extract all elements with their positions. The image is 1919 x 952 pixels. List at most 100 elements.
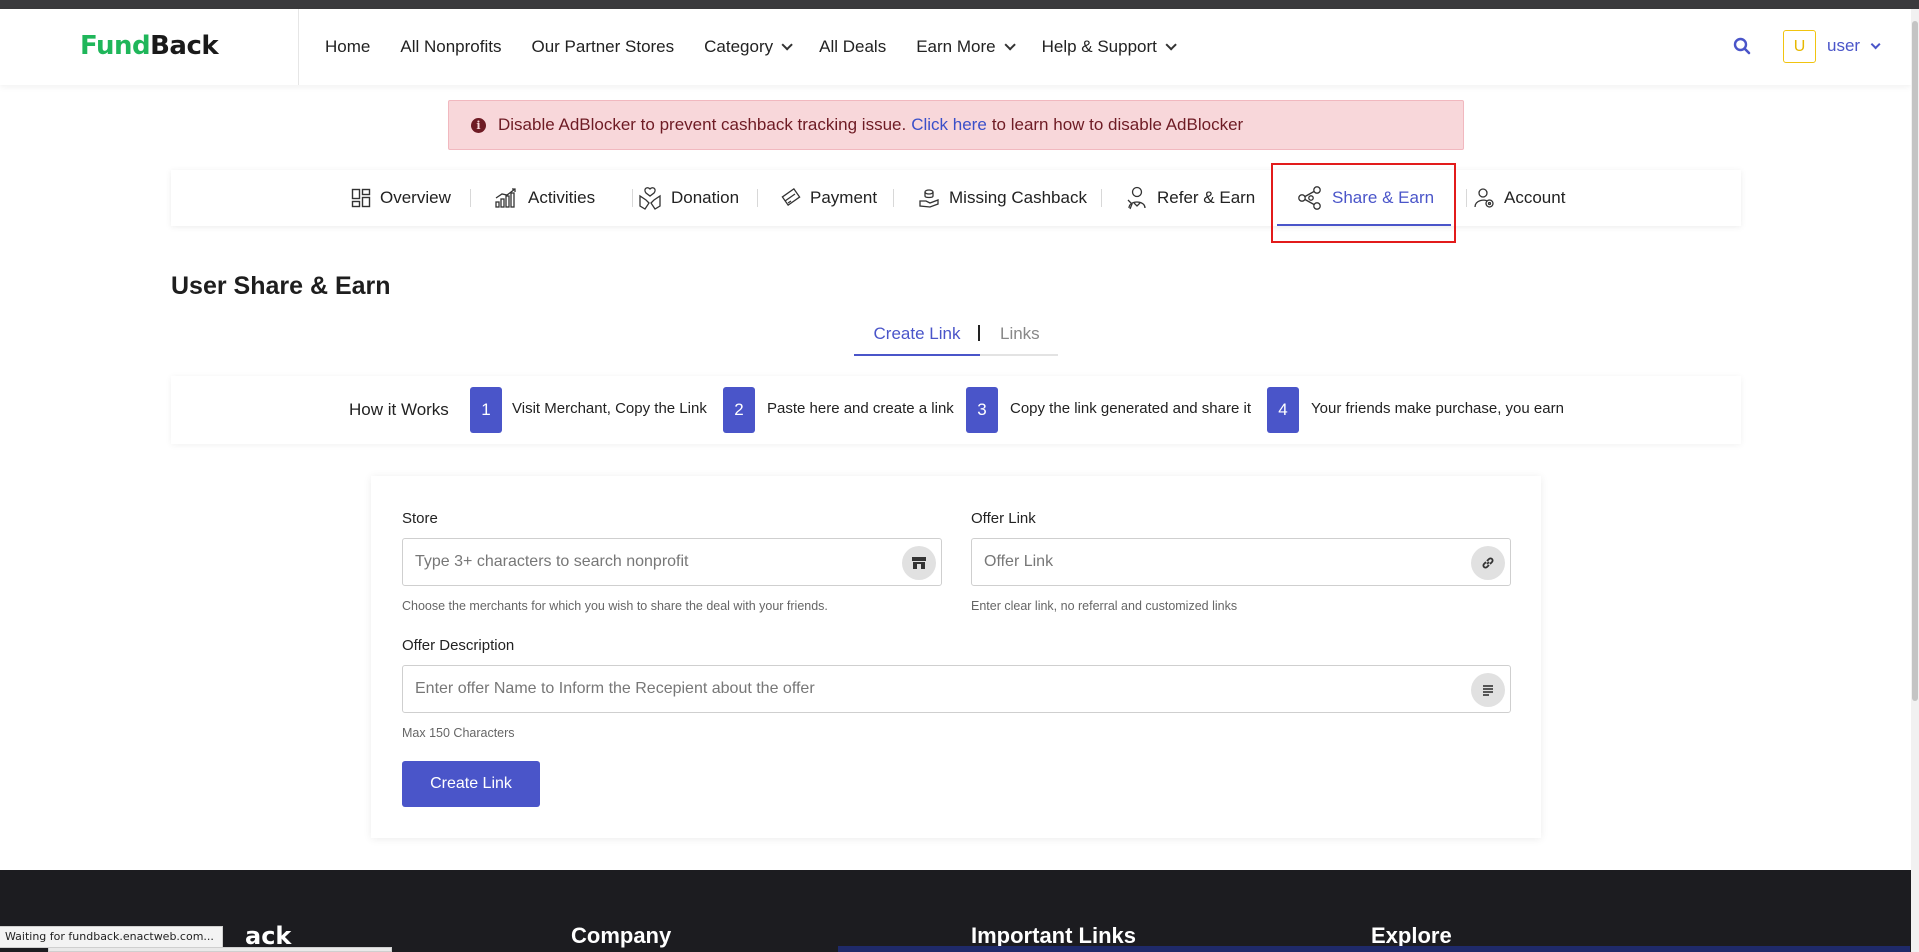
tab-overview-label: Overview — [380, 188, 451, 207]
create-link-button[interactable]: Create Link — [402, 761, 540, 807]
adblocker-alert: i Disable AdBlocker to prevent cashback … — [448, 100, 1464, 150]
tab-refer-earn[interactable]: Refer & Earn — [1126, 170, 1255, 226]
footer-bottom-strip — [838, 946, 1910, 952]
tab-divider — [1466, 189, 1467, 207]
logo-back: Back — [150, 31, 219, 61]
main-nav: Home All Nonprofits Our Partner Stores C… — [325, 9, 1203, 85]
username-label: user — [1827, 36, 1861, 55]
tab-overview[interactable]: Overview — [351, 170, 451, 226]
subtab-links[interactable]: Links — [1000, 324, 1040, 344]
nav-all-deals[interactable]: All Deals — [819, 37, 886, 57]
step-number: 1 — [470, 387, 502, 433]
nav-category-label: Category — [704, 37, 774, 56]
step-number: 4 — [1267, 387, 1299, 433]
offer-description-input[interactable] — [403, 666, 1510, 712]
nav-home[interactable]: Home — [325, 37, 370, 57]
tab-divider — [470, 189, 471, 207]
offer-link-field — [971, 538, 1511, 586]
step-number: 2 — [723, 387, 755, 433]
how-it-works: How it Works 1 Visit Merchant, Copy the … — [171, 376, 1741, 444]
site-header: FundBack Home All Nonprofits Our Partner… — [0, 9, 1911, 85]
subtab-separator — [978, 325, 980, 341]
chart-icon — [495, 188, 516, 208]
tab-divider — [1101, 189, 1102, 207]
alert-text-after: to learn how to disable AdBlocker — [991, 115, 1244, 134]
offer-link-hint: Enter clear link, no referral and custom… — [971, 599, 1238, 613]
step-text: Your friends make purchase, you earn — [1311, 400, 1564, 417]
nav-earn-more[interactable]: Earn More — [916, 37, 1016, 57]
nav-category[interactable]: Category — [704, 37, 793, 57]
tab-missing-cashback-label: Missing Cashback — [949, 188, 1087, 207]
scrollbar-thumb[interactable] — [1912, 21, 1918, 701]
dashboard-tabs: Overview Activities Donation Payment Mis… — [171, 170, 1741, 226]
user-menu[interactable]: user — [1827, 36, 1881, 56]
nav-partner-stores[interactable]: Our Partner Stores — [531, 37, 674, 57]
offer-description-field — [402, 665, 1511, 713]
search-icon[interactable] — [1733, 37, 1751, 55]
tab-payment-label: Payment — [810, 188, 878, 207]
site-footer: ack Company Important Links Explore — [0, 870, 1911, 952]
card-icon — [781, 188, 801, 207]
highlight-box — [1271, 163, 1456, 243]
store-input[interactable] — [403, 539, 941, 585]
refer-icon — [1127, 186, 1146, 210]
link-icon[interactable] — [1471, 546, 1505, 580]
chevron-down-icon — [781, 39, 793, 51]
nav-partner-stores-label: Our Partner Stores — [531, 37, 675, 56]
page-title: User Share & Earn — [171, 272, 391, 300]
tab-refer-earn-label: Refer & Earn — [1157, 188, 1256, 207]
tab-activities[interactable]: Activities — [495, 170, 595, 226]
subtabs: Create Link Links — [854, 322, 1058, 356]
tab-account-label: Account — [1504, 188, 1566, 207]
subtab-create-link[interactable]: Create Link — [854, 322, 980, 356]
create-link-form: Store Choose the merchants for which you… — [371, 476, 1541, 838]
offer-link-input[interactable] — [972, 539, 1510, 585]
store-label: Store — [402, 510, 438, 527]
step-text: Copy the link generated and share it — [1010, 400, 1251, 417]
grid-icon — [351, 188, 371, 208]
store-hint: Choose the merchants for which you wish … — [402, 599, 828, 613]
tab-donation-label: Donation — [671, 188, 740, 207]
chevron-down-icon — [1870, 38, 1881, 49]
account-icon — [1474, 188, 1494, 208]
step-text: Visit Merchant, Copy the Link — [512, 400, 707, 417]
header-divider — [298, 9, 299, 85]
how-it-works-label: How it Works — [349, 400, 449, 419]
store-field — [402, 538, 942, 586]
status-bar-tail — [48, 947, 392, 952]
step-number: 3 — [966, 387, 998, 433]
alert-text-before: Disable AdBlocker to prevent cashback tr… — [498, 115, 907, 134]
chevron-down-icon — [1004, 39, 1016, 51]
tab-divider — [632, 189, 633, 207]
chevron-down-icon — [1165, 39, 1177, 51]
tab-divider — [757, 189, 758, 207]
step-text: Paste here and create a link — [767, 400, 954, 417]
nav-all-deals-label: All Deals — [819, 37, 887, 56]
nav-help-support[interactable]: Help & Support — [1041, 37, 1177, 57]
info-icon: i — [471, 117, 486, 133]
browser-top-strip — [0, 0, 1919, 9]
offer-description-label: Offer Description — [402, 637, 515, 654]
offer-link-label: Offer Link — [971, 510, 1036, 527]
nav-earn-more-label: Earn More — [916, 37, 996, 56]
tab-missing-cashback[interactable]: Missing Cashback — [918, 170, 1087, 226]
offer-description-hint: Max 150 Characters — [402, 726, 515, 740]
tab-payment[interactable]: Payment — [781, 170, 877, 226]
tab-account[interactable]: Account — [1473, 170, 1565, 226]
tab-divider — [893, 189, 894, 207]
footer-col-company: Company — [571, 923, 672, 948]
footer-logo[interactable]: ack — [245, 922, 291, 950]
page-scrollbar[interactable] — [1911, 9, 1919, 952]
alert-link[interactable]: Click here — [911, 115, 987, 135]
avatar[interactable]: U — [1783, 30, 1816, 63]
browser-status-bar: Waiting for fundback.enactweb.com... — [0, 926, 223, 948]
nav-all-nonprofits[interactable]: All Nonprofits — [400, 37, 501, 57]
nav-all-nonprofits-label: All Nonprofits — [400, 37, 502, 56]
text-align-icon — [1471, 673, 1505, 707]
tab-donation[interactable]: Donation — [638, 170, 739, 226]
site-logo[interactable]: FundBack — [80, 31, 219, 61]
store-icon[interactable] — [902, 546, 936, 580]
donation-icon — [639, 187, 661, 210]
tab-activities-label: Activities — [528, 188, 596, 207]
nav-help-support-label: Help & Support — [1041, 37, 1157, 56]
